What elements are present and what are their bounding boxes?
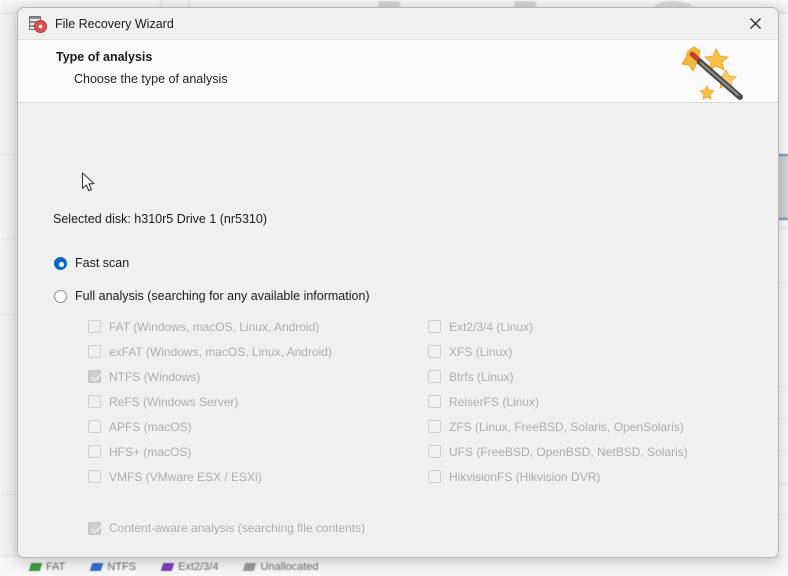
legend-swatch-icon [160, 562, 175, 571]
checkbox-icon [428, 420, 441, 433]
checkbox-icon [428, 370, 441, 383]
checkbox-exfat[interactable]: exFAT (Windows, macOS, Linux, Android) [88, 339, 332, 364]
checkbox-icon [88, 345, 101, 358]
checkbox-reiserfs[interactable]: ReiserFS (Linux) [428, 389, 688, 414]
checkbox-ext234[interactable]: Ext2/3/4 (Linux) [428, 314, 688, 339]
legend-item: NTFS [90, 560, 137, 573]
checkbox-label: UFS (FreeBSD, OpenBSD, NetBSD, Solaris) [449, 444, 688, 459]
checkbox-icon [428, 345, 441, 358]
checkbox-label: VMFS (VMware ESX / ESXi) [109, 469, 262, 484]
checkbox-vmfs[interactable]: VMFS (VMware ESX / ESXi) [88, 464, 332, 489]
legend-label: Ext2/3/4 [178, 560, 219, 573]
legend-item: Unallocated [243, 560, 319, 573]
dialog-header: Type of analysis Choose the type of anal… [18, 40, 778, 103]
checkbox-label: Btrfs (Linux) [449, 369, 514, 384]
checkbox-label: XFS (Linux) [449, 344, 513, 359]
filesystem-column-left: FAT (Windows, macOS, Linux, Android) exF… [88, 314, 332, 489]
checkbox-icon [88, 320, 101, 333]
radio-fast-scan-label: Fast scan [75, 256, 130, 270]
checkbox-icon [428, 320, 441, 333]
checkbox-label: ZFS (Linux, FreeBSD, Solaris, OpenSolari… [449, 419, 684, 434]
radio-indicator-icon [54, 289, 67, 303]
checkbox-checked-icon [88, 521, 101, 535]
checkbox-fat[interactable]: FAT (Windows, macOS, Linux, Android) [88, 314, 332, 339]
checkbox-icon [428, 395, 441, 408]
checkbox-refs[interactable]: ReFS (Windows Server) [88, 389, 332, 414]
file-recovery-wizard-dialog: File Recovery Wizard Type of analysis Ch… [17, 7, 779, 558]
checkbox-label: HFS+ (macOS) [109, 444, 192, 459]
legend-label: NTFS [107, 560, 137, 573]
checkbox-icon [428, 470, 441, 483]
checkbox-ntfs[interactable]: NTFS (Windows) [88, 364, 332, 389]
legend-label: FAT [46, 560, 66, 573]
dialog-body: Selected disk: h310r5 Drive 1 (nr5310) F… [18, 103, 778, 557]
legend-swatch-icon [28, 562, 43, 571]
checkbox-checked-icon [88, 370, 101, 383]
checkbox-label: Ext2/3/4 (Linux) [449, 319, 534, 334]
checkbox-zfs[interactable]: ZFS (Linux, FreeBSD, Solaris, OpenSolari… [428, 414, 688, 439]
radio-indicator-icon [54, 256, 67, 270]
legend-swatch-icon [243, 562, 257, 571]
filesystem-column-right: Ext2/3/4 (Linux) XFS (Linux) Btrfs (Linu… [428, 314, 688, 489]
checkbox-hikvisionfs[interactable]: HikvisionFS (Hikvision DVR) [428, 464, 688, 489]
close-icon[interactable] [732, 8, 778, 39]
legend-swatch-icon [90, 562, 104, 571]
checkbox-label: HikvisionFS (Hikvision DVR) [449, 469, 601, 484]
checkbox-icon [88, 470, 101, 483]
radio-fast-scan[interactable]: Fast scan [54, 256, 129, 270]
legend-item: Ext2/3/4 [160, 560, 219, 573]
checkbox-label: ReFS (Windows Server) [109, 394, 239, 409]
checkbox-label: ReiserFS (Linux) [449, 394, 540, 409]
mouse-cursor-icon [81, 172, 97, 194]
disk-recovery-icon [29, 15, 47, 33]
background-left-rail [0, 14, 16, 556]
radio-full-analysis-label: Full analysis (searching for any availab… [75, 289, 370, 303]
legend-label: Unallocated [260, 560, 319, 573]
legend-item: FAT [28, 560, 66, 573]
checkbox-icon [88, 395, 101, 408]
background-legend: FAT NTFS Ext2/3/4 Unallocated [0, 556, 788, 576]
checkbox-hfsplus[interactable]: HFS+ (macOS) [88, 439, 332, 464]
checkbox-xfs[interactable]: XFS (Linux) [428, 339, 688, 364]
checkbox-icon [428, 445, 441, 458]
checkbox-label: Content-aware analysis (searching file c… [109, 521, 366, 535]
checkbox-label: NTFS (Windows) [109, 369, 201, 384]
checkbox-content-aware-analysis[interactable]: Content-aware analysis (searching file c… [88, 521, 365, 535]
checkbox-apfs[interactable]: APFS (macOS) [88, 414, 332, 439]
magic-wand-icon [680, 45, 752, 101]
page-title: Type of analysis [56, 50, 153, 64]
checkbox-label: APFS (macOS) [109, 419, 192, 434]
checkbox-ufs[interactable]: UFS (FreeBSD, OpenBSD, NetBSD, Solaris) [428, 439, 688, 464]
checkbox-icon [88, 445, 101, 458]
selected-disk-label: Selected disk: h310r5 Drive 1 (nr5310) [53, 212, 268, 226]
dialog-titlebar: File Recovery Wizard [18, 8, 778, 40]
window-title: File Recovery Wizard [55, 16, 174, 31]
page-subtitle: Choose the type of analysis [74, 72, 228, 86]
checkbox-label: FAT (Windows, macOS, Linux, Android) [109, 319, 320, 334]
checkbox-icon [88, 420, 101, 433]
radio-full-analysis[interactable]: Full analysis (searching for any availab… [54, 289, 370, 303]
checkbox-label: exFAT (Windows, macOS, Linux, Android) [109, 344, 332, 359]
checkbox-btrfs[interactable]: Btrfs (Linux) [428, 364, 688, 389]
